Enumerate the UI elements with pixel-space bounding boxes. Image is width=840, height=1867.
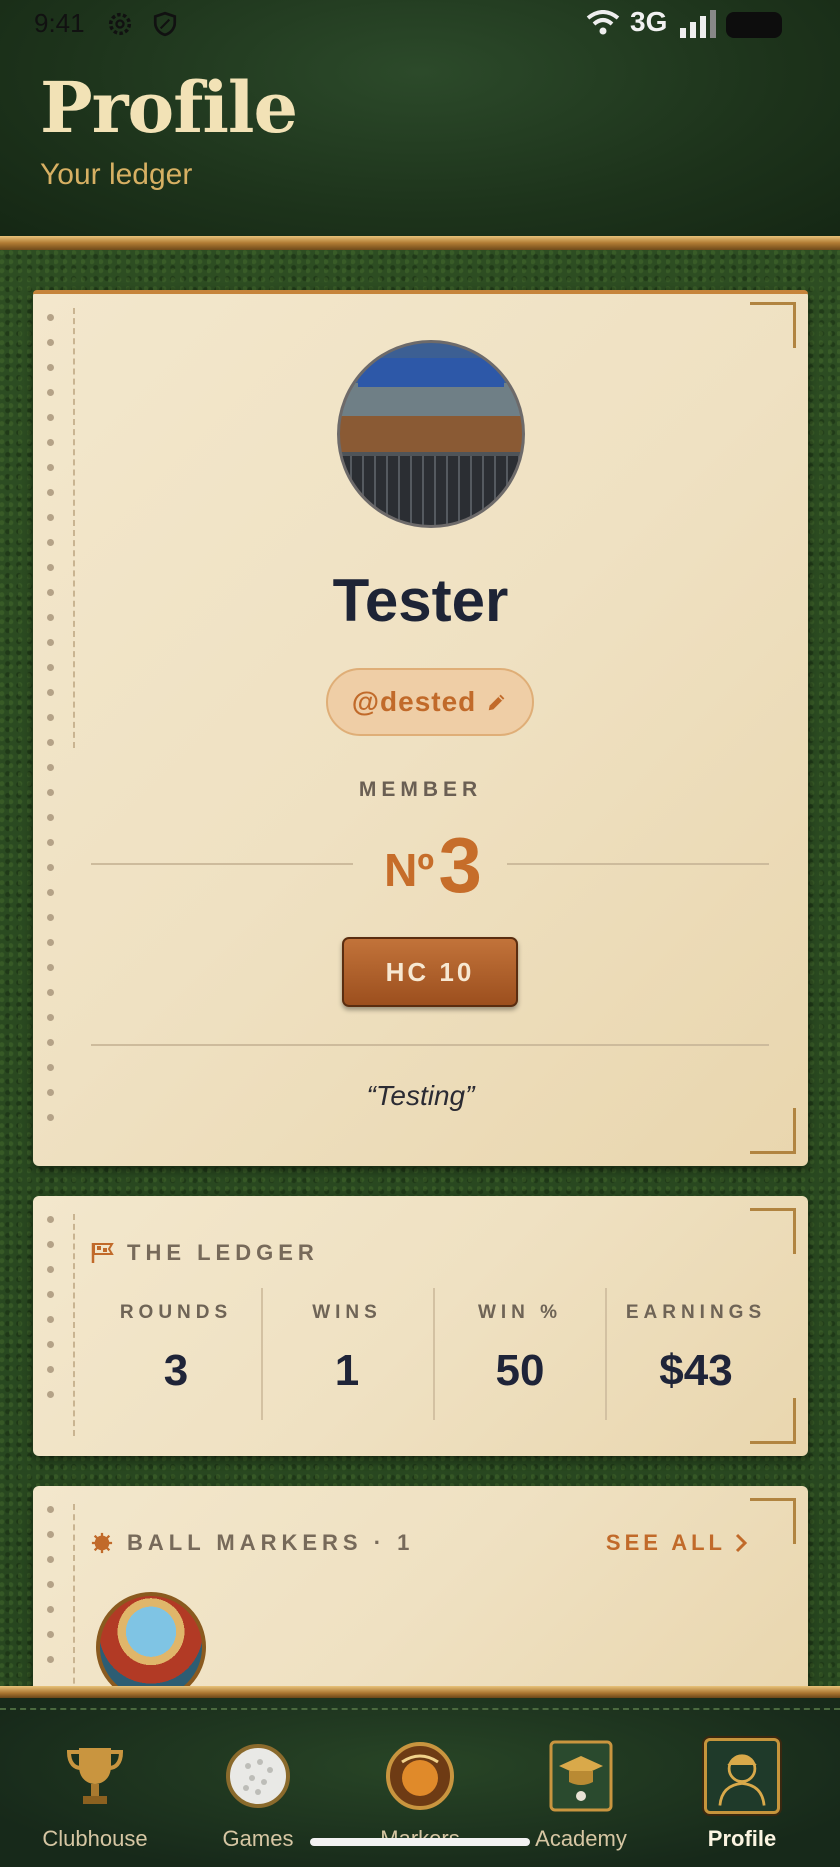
ball-markers-card: BALL MARKERS · 1 SEE ALL [33, 1486, 808, 1706]
member-label: MEMBER [358, 778, 483, 801]
stat-wins: WINS 1 [312, 1302, 382, 1395]
app-header: 9:41 3G Profile Your ledger [0, 0, 840, 240]
nav-item-profile[interactable]: Profile [667, 1738, 817, 1852]
signal-strength-icon [680, 10, 716, 38]
binder-holes [47, 1216, 59, 1416]
chevron-right-icon [735, 1533, 748, 1553]
corner-ornament [750, 1398, 796, 1444]
nav-item-clubhouse[interactable]: Clubhouse [20, 1738, 170, 1852]
nav-item-markers[interactable]: Markers [345, 1738, 495, 1852]
starburst-icon [91, 1532, 113, 1554]
corner-ornament [750, 302, 796, 348]
bio-text: “Testing” [366, 1080, 475, 1111]
member-number: Nº 3 [384, 821, 482, 909]
nav-divider [0, 1686, 840, 1698]
edit-handle-button[interactable]: @dested [326, 668, 534, 736]
header-divider [0, 236, 840, 250]
see-all-link[interactable]: SEE ALL [606, 1530, 748, 1556]
stat-win-percent: WIN % 50 [477, 1302, 563, 1395]
corner-ornament [750, 1108, 796, 1154]
ledger-card: THE LEDGER ROUNDS 3 WINS 1 WIN % 50 EARN… [33, 1196, 808, 1456]
nav-item-academy[interactable]: Academy [506, 1738, 656, 1852]
trophy-icon [66, 1748, 124, 1804]
flag-icon [91, 1243, 114, 1263]
status-time: 9:41 [34, 8, 85, 38]
binder-holes [47, 314, 59, 1139]
golf-ball-icon [226, 1744, 290, 1808]
battery-icon [726, 12, 782, 38]
ledger-title: THE LEDGER [91, 1240, 319, 1266]
home-indicator[interactable] [310, 1838, 530, 1846]
avatar[interactable] [337, 340, 525, 528]
corner-ornament [750, 1498, 796, 1544]
handicap-badge[interactable]: HC 10 [342, 937, 518, 1007]
golfer-profile-icon [704, 1738, 780, 1814]
page-subtitle: Your ledger [40, 158, 193, 191]
network-type: 3G [630, 6, 668, 37]
pencil-icon [489, 694, 505, 711]
profile-name: Tester [332, 567, 509, 634]
stat-earnings: EARNINGS $43 [625, 1302, 767, 1395]
ball-markers-title: BALL MARKERS · 1 [91, 1530, 414, 1556]
corner-ornament [750, 1208, 796, 1254]
handle-text: @dested [351, 686, 477, 717]
ball-marker-icon [386, 1742, 454, 1810]
settings-gear-icon [108, 12, 132, 36]
status-bar: 9:41 3G [0, 0, 840, 48]
profile-card: Tester @dested MEMBER Nº 3 HC 10 “Testin… [33, 290, 808, 1166]
graduation-cap-icon [549, 1740, 613, 1812]
binder-holes [47, 1506, 59, 1681]
nav-item-games[interactable]: Games [183, 1738, 333, 1852]
stat-rounds: ROUNDS 3 [119, 1302, 233, 1395]
wifi-icon [586, 10, 620, 35]
page-title: Profile [40, 66, 298, 149]
shield-icon [153, 11, 177, 37]
